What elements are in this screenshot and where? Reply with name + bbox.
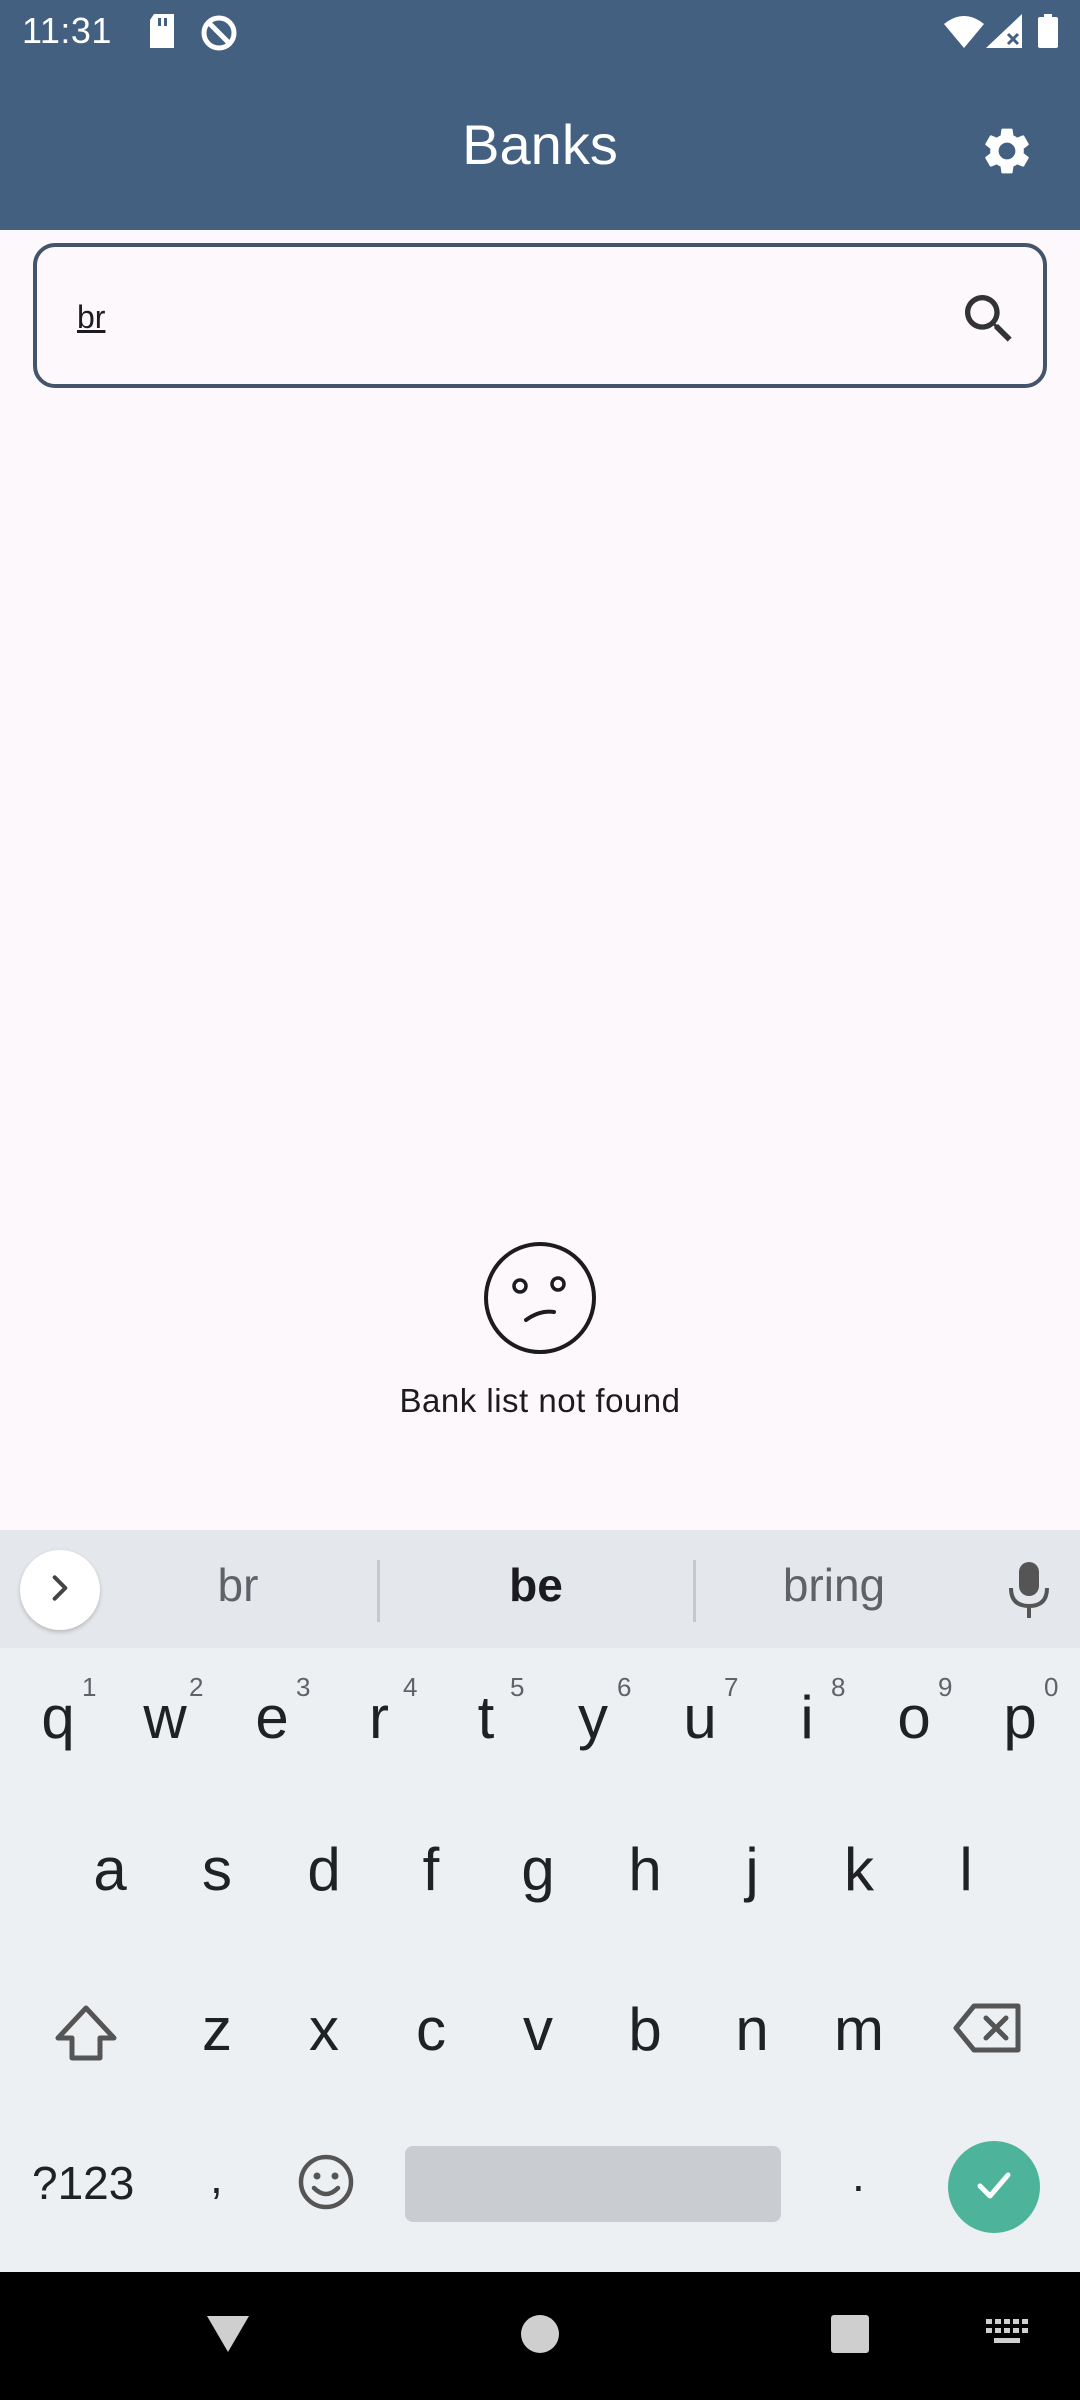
signal-icon bbox=[986, 14, 1022, 53]
search-input[interactable]: br bbox=[33, 243, 1047, 388]
key-f[interactable]: f bbox=[381, 1800, 481, 1940]
key-h[interactable]: h bbox=[595, 1800, 695, 1940]
key-hint-2: 2 bbox=[189, 1672, 204, 1702]
key-hint-7: 7 bbox=[724, 1672, 739, 1702]
key-m[interactable]: m bbox=[809, 1960, 909, 2100]
shift-key[interactable] bbox=[44, 1992, 128, 2076]
key-b[interactable]: b bbox=[595, 1960, 695, 2100]
keyboard-switch-icon bbox=[984, 2317, 1032, 2356]
confused-face-icon bbox=[482, 1240, 598, 1356]
search-button[interactable] bbox=[957, 287, 1021, 351]
key-hint-4: 4 bbox=[403, 1672, 418, 1702]
status-bar: 11:31 bbox=[0, 0, 1080, 62]
backspace-icon bbox=[952, 2003, 1024, 2060]
emoji-key[interactable] bbox=[296, 2152, 356, 2212]
shift-icon bbox=[44, 2005, 128, 2080]
status-time: 11:31 bbox=[22, 10, 112, 51]
key-p[interactable]: p bbox=[970, 1648, 1070, 1788]
microphone-icon bbox=[1004, 1562, 1054, 1624]
comma-key[interactable]: , bbox=[210, 2150, 223, 2204]
app-bar: Banks bbox=[0, 62, 1080, 230]
key-hint-0: 0 bbox=[1044, 1672, 1059, 1702]
gear-icon bbox=[979, 123, 1035, 184]
keyboard: br be bring q1w2e3r4t5y6u7i8o9p0 asdfghj… bbox=[0, 1530, 1080, 2272]
empty-state: Bank list not found bbox=[0, 1240, 1080, 1420]
wifi-icon bbox=[944, 14, 984, 53]
key-w[interactable]: w bbox=[115, 1648, 215, 1788]
battery-icon bbox=[1038, 14, 1058, 53]
key-i[interactable]: i bbox=[757, 1648, 857, 1788]
symbols-key[interactable]: ?123 bbox=[32, 2156, 134, 2210]
space-key[interactable] bbox=[405, 2146, 781, 2222]
key-hint-1: 1 bbox=[82, 1672, 97, 1702]
suggestion-divider bbox=[377, 1560, 380, 1622]
key-a[interactable]: a bbox=[60, 1800, 160, 1940]
data-saver-icon bbox=[200, 14, 238, 57]
settings-button[interactable] bbox=[972, 118, 1042, 188]
search-input-value: br bbox=[77, 299, 106, 335]
voice-input-button[interactable] bbox=[1004, 1560, 1054, 1620]
suggestion-bar: br be bring bbox=[0, 1530, 1080, 1648]
key-d[interactable]: d bbox=[274, 1800, 374, 1940]
back-button[interactable] bbox=[198, 2306, 258, 2366]
suggestion-3[interactable]: bring bbox=[684, 1558, 984, 1612]
key-o[interactable]: o bbox=[864, 1648, 964, 1788]
key-l[interactable]: l bbox=[916, 1800, 1016, 1940]
key-x[interactable]: x bbox=[274, 1960, 374, 2100]
key-e[interactable]: e bbox=[222, 1648, 322, 1788]
checkmark-icon bbox=[970, 2161, 1018, 2214]
key-r[interactable]: r bbox=[329, 1648, 429, 1788]
period-key[interactable]: . bbox=[852, 2148, 865, 2202]
key-g[interactable]: g bbox=[488, 1800, 588, 1940]
key-hint-3: 3 bbox=[296, 1672, 311, 1702]
sd-card-icon bbox=[148, 14, 176, 53]
recents-icon bbox=[829, 2313, 871, 2360]
suggestion-2[interactable]: be bbox=[386, 1558, 686, 1612]
key-s[interactable]: s bbox=[167, 1800, 267, 1940]
key-n[interactable]: n bbox=[702, 1960, 802, 2100]
chevron-right-icon bbox=[44, 1572, 76, 1609]
suggestion-1[interactable]: br bbox=[88, 1558, 388, 1612]
key-c[interactable]: c bbox=[381, 1960, 481, 2100]
recents-button[interactable] bbox=[820, 2306, 880, 2366]
key-q[interactable]: q bbox=[8, 1648, 108, 1788]
search-icon bbox=[957, 295, 1021, 355]
key-t[interactable]: t bbox=[436, 1648, 536, 1788]
key-y[interactable]: y bbox=[543, 1648, 643, 1788]
key-k[interactable]: k bbox=[809, 1800, 909, 1940]
system-nav-bar bbox=[0, 2272, 1080, 2400]
page-title: Banks bbox=[462, 113, 618, 176]
back-icon bbox=[203, 2312, 253, 2361]
home-icon bbox=[518, 2312, 562, 2361]
key-hint-8: 8 bbox=[831, 1672, 846, 1702]
enter-key[interactable] bbox=[948, 2141, 1040, 2233]
keyboard-switch-button[interactable] bbox=[978, 2306, 1038, 2366]
key-j[interactable]: j bbox=[702, 1800, 802, 1940]
key-hint-9: 9 bbox=[938, 1672, 953, 1702]
key-hint-6: 6 bbox=[617, 1672, 632, 1702]
key-u[interactable]: u bbox=[650, 1648, 750, 1788]
empty-state-message: Bank list not found bbox=[399, 1382, 681, 1419]
key-v[interactable]: v bbox=[488, 1960, 588, 2100]
key-hint-5: 5 bbox=[510, 1672, 525, 1702]
backspace-key[interactable] bbox=[952, 2000, 1036, 2070]
home-button[interactable] bbox=[510, 2306, 570, 2366]
key-z[interactable]: z bbox=[167, 1960, 267, 2100]
emoji-icon bbox=[296, 2154, 356, 2216]
